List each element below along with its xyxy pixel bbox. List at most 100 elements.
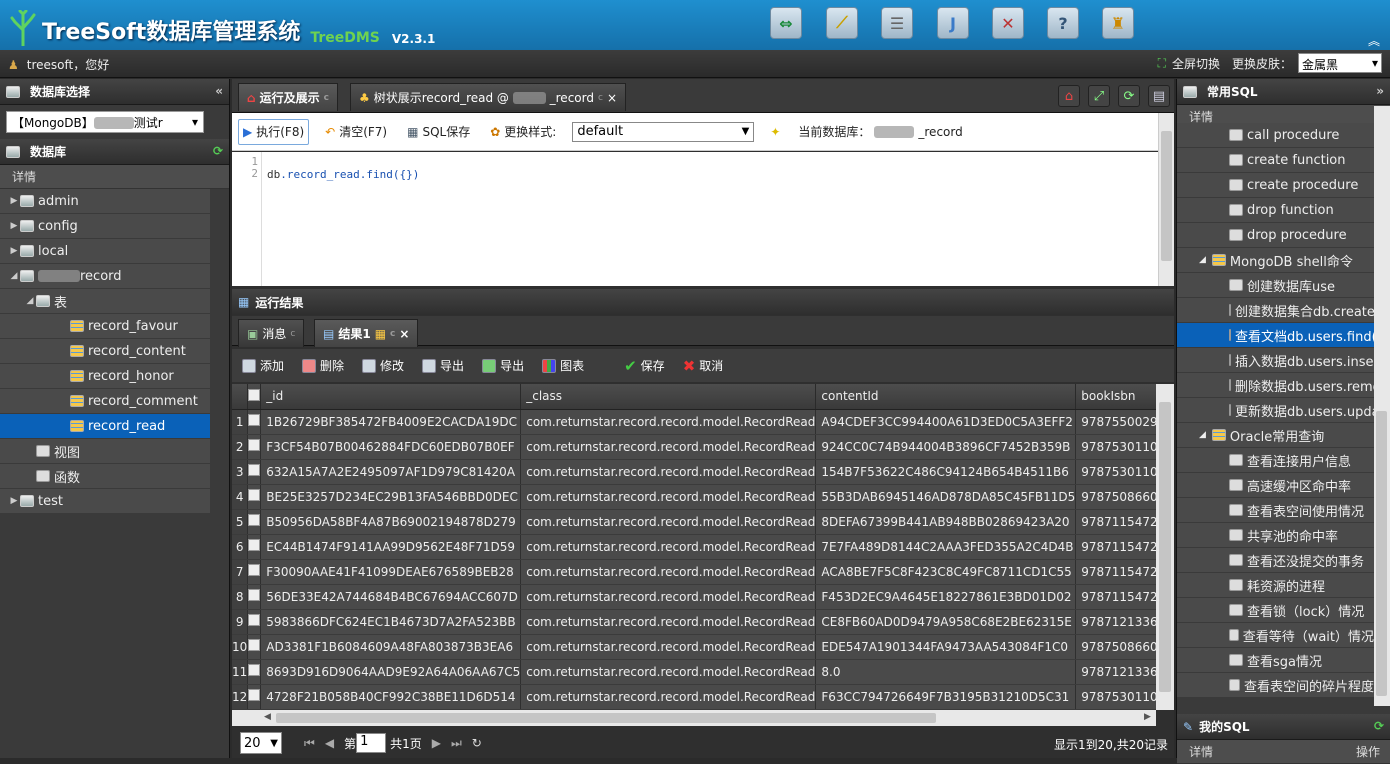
table-cell[interactable]: AD3381F1B6084609A48FA803873B3EA6 <box>260 634 522 660</box>
table-cell[interactable]: ACA8BE7F5C8F423C8C49FC8711CD1C55 <box>815 559 1077 585</box>
table-cell[interactable]: com.returnstar.record.record.model.Recor… <box>520 609 817 635</box>
expand-arrow-icon[interactable]: ◢ <box>1199 430 1206 440</box>
tree-item-table[interactable]: record_comment <box>0 389 210 414</box>
home-icon[interactable]: ⌂ <box>1058 85 1080 107</box>
sql-snippet-item[interactable]: drop procedure <box>1177 223 1374 248</box>
table-cell[interactable]: 632A15A7A2E2495097AF1D979C81420A <box>260 459 522 485</box>
close-icon[interactable]: × <box>399 327 409 341</box>
tree-item-table[interactable]: record_honor <box>0 364 210 389</box>
run-button[interactable]: ▶ 执行(F8) <box>238 118 310 145</box>
column-header[interactable]: bookIsbn <box>1075 384 1156 410</box>
collapse-up-icon[interactable]: ︽ <box>1368 32 1380 49</box>
j-icon[interactable]: J <box>937 7 969 39</box>
table-cell[interactable]: F453D2EC9A4645E18227861E3BD01D02 <box>815 584 1077 610</box>
tools-icon[interactable]: ✕ <box>992 7 1024 39</box>
collapse-left-icon[interactable]: « <box>215 84 223 98</box>
chart-icon[interactable]: ⟋ <box>826 7 858 39</box>
table-row[interactable]: 2 F3CF54B07B00462884FDC60EDB07B0EF com.ret… <box>232 434 1156 460</box>
tree-item-table[interactable]: record_read <box>0 414 210 439</box>
database-icon[interactable]: ☰ <box>881 7 913 39</box>
table-cell[interactable]: com.returnstar.record.record.model.Recor… <box>520 559 817 585</box>
sql-snippet-item[interactable]: create procedure <box>1177 173 1374 198</box>
sql-snippet-item[interactable]: 查看文档db.users.find() <box>1177 323 1374 348</box>
table-cell[interactable]: com.returnstar.record.record.model.Recor… <box>520 459 817 485</box>
table-cell[interactable]: 5983866DFC624EC1B4673D7A2FA523BB <box>260 609 522 635</box>
table-cell[interactable]: com.returnstar.record.record.model.Recor… <box>520 434 817 460</box>
tree-item[interactable]: ◢ 表 <box>0 289 210 314</box>
row-checkbox[interactable] <box>247 409 262 435</box>
sql-editor[interactable]: 12 db.record_read.find({}) <box>232 152 1158 286</box>
sql-snippet-item[interactable]: drop function <box>1177 198 1374 223</box>
table-row[interactable]: 5 B50956DA58BF4A87B69002194878D279 com.ret… <box>232 509 1156 535</box>
table-cell[interactable]: com.returnstar.record.record.model.Recor… <box>520 409 817 435</box>
sql-snippet-item[interactable]: 插入数据db.users.insert <box>1177 348 1374 373</box>
page-input[interactable]: 1 <box>356 733 387 753</box>
arrows-icon[interactable]: ⇔ <box>770 7 802 39</box>
row-checkbox[interactable] <box>247 634 262 660</box>
sql-snippet-item[interactable]: 耗资源的进程 <box>1177 573 1374 598</box>
first-page-icon[interactable]: ⏮ <box>304 736 315 751</box>
table-cell[interactable]: 97875301107 <box>1075 684 1156 710</box>
select-all-checkbox[interactable] <box>247 384 262 410</box>
refresh-icon[interactable]: ⟳ <box>1118 85 1140 107</box>
table-row[interactable]: 11 8693D916D9064AAD9E92A64A06AA67C5 com.re… <box>232 659 1156 685</box>
table-cell[interactable]: com.returnstar.record.record.model.Recor… <box>520 659 817 685</box>
row-checkbox[interactable] <box>247 659 262 685</box>
table-cell[interactable]: F63CC794726649F7B3195B31210D5C31 <box>815 684 1077 710</box>
table-cell[interactable]: 97871154725 <box>1075 534 1156 560</box>
table-cell[interactable]: 154B7F53622C486C94124B654B4511B6 <box>815 459 1077 485</box>
table-cell[interactable]: 97871154725 <box>1075 559 1156 585</box>
table-cell[interactable]: F3CF54B07B00462884FDC60EDB07B0EF <box>260 434 522 460</box>
tab-tree-display[interactable]: ♣ 树状展示record_read @ _record c × <box>350 83 626 111</box>
tree-item-table[interactable]: record_favour <box>0 314 210 339</box>
sql-snippet-item[interactable]: 查看表空间使用情况 <box>1177 498 1374 523</box>
fullscreen-icon[interactable]: ⛶ <box>1158 56 1166 71</box>
sql-snippet-item[interactable]: 共享池的命中率 <box>1177 523 1374 548</box>
style-select[interactable]: default ▼ <box>572 121 755 142</box>
table-cell[interactable]: EC44B1474F9141AA99D9562E48F71D59 <box>260 534 522 560</box>
chart-button[interactable]: 图表 <box>542 357 584 374</box>
close-icon[interactable]: × <box>607 91 617 105</box>
clear-button[interactable]: ↶ 清空(F7) <box>321 121 391 142</box>
scroll-left-icon[interactable]: ◀ <box>264 712 271 722</box>
tree-item[interactable]: ▶ config <box>0 214 210 239</box>
row-checkbox[interactable] <box>247 534 262 560</box>
table-cell[interactable]: 56DE33E42A744684B4BC67694ACC607D <box>260 584 522 610</box>
table-cell[interactable]: 97875086607 <box>1075 484 1156 510</box>
tree-item[interactable]: ◢ record <box>0 264 210 289</box>
grid-hscrollbar[interactable]: ◀ ▶ <box>232 710 1156 726</box>
editor-scrollbar[interactable] <box>1158 113 1174 286</box>
expand-arrow-icon[interactable]: ▶ <box>8 246 20 256</box>
table-cell[interactable]: 924CC0C74B944004B3896CF7452B359B <box>815 434 1077 460</box>
export-excel-button[interactable]: 导出 <box>482 357 524 374</box>
sql-snippet-item[interactable]: 删除数据db.users.remo <box>1177 373 1374 398</box>
table-cell[interactable]: A94CDEF3CC994400A61D3ED0C5A3EFF2 <box>815 409 1077 435</box>
grid-vscrollbar[interactable] <box>1156 384 1174 710</box>
help-icon[interactable]: ? <box>1047 7 1079 39</box>
tab-menu-icon[interactable]: c <box>324 93 329 103</box>
table-cell[interactable]: com.returnstar.record.record.model.Recor… <box>520 484 817 510</box>
row-checkbox[interactable] <box>247 559 262 585</box>
column-header[interactable]: _class <box>520 384 817 410</box>
last-page-icon[interactable]: ⏭ <box>451 736 462 751</box>
table-cell[interactable]: F30090AAE41F41099DEAE676589BEB28 <box>260 559 522 585</box>
table-cell[interactable]: 97871154725 <box>1075 509 1156 535</box>
sql-snippet-item[interactable]: 高速缓冲区命中率 <box>1177 473 1374 498</box>
db-select[interactable]: 【MongoDB】 测试r ▾ <box>6 111 204 133</box>
sql-snippet-item[interactable]: ◢ Oracle常用查询 <box>1177 423 1374 448</box>
tab-menu-icon[interactable]: c <box>390 329 395 339</box>
table-cell[interactable]: 97871213369 <box>1075 659 1156 685</box>
user-icon[interactable]: ♜ <box>1102 7 1134 39</box>
expand-arrow-icon[interactable]: ◢ <box>8 271 20 281</box>
sql-snippet-item[interactable]: 创建数据集合db.createC <box>1177 298 1374 323</box>
sql-snippet-item[interactable]: 查看锁（lock）情况 <box>1177 598 1374 623</box>
column-header[interactable]: _id <box>260 384 522 410</box>
tab-result1[interactable]: ▤ 结果1 ▦ c × <box>314 319 419 347</box>
sql-snippet-item[interactable]: 创建数据库use <box>1177 273 1374 298</box>
refresh-icon[interactable]: ⟳ <box>1374 719 1384 733</box>
right-scrollbar[interactable] <box>1374 106 1390 706</box>
tab-message[interactable]: ▣ 消息 c <box>238 319 305 347</box>
table-cell[interactable]: 97871213369 <box>1075 609 1156 635</box>
fullscreen-button[interactable]: 全屏切换 <box>1172 55 1220 72</box>
collapse-right-icon[interactable]: » <box>1376 84 1384 98</box>
